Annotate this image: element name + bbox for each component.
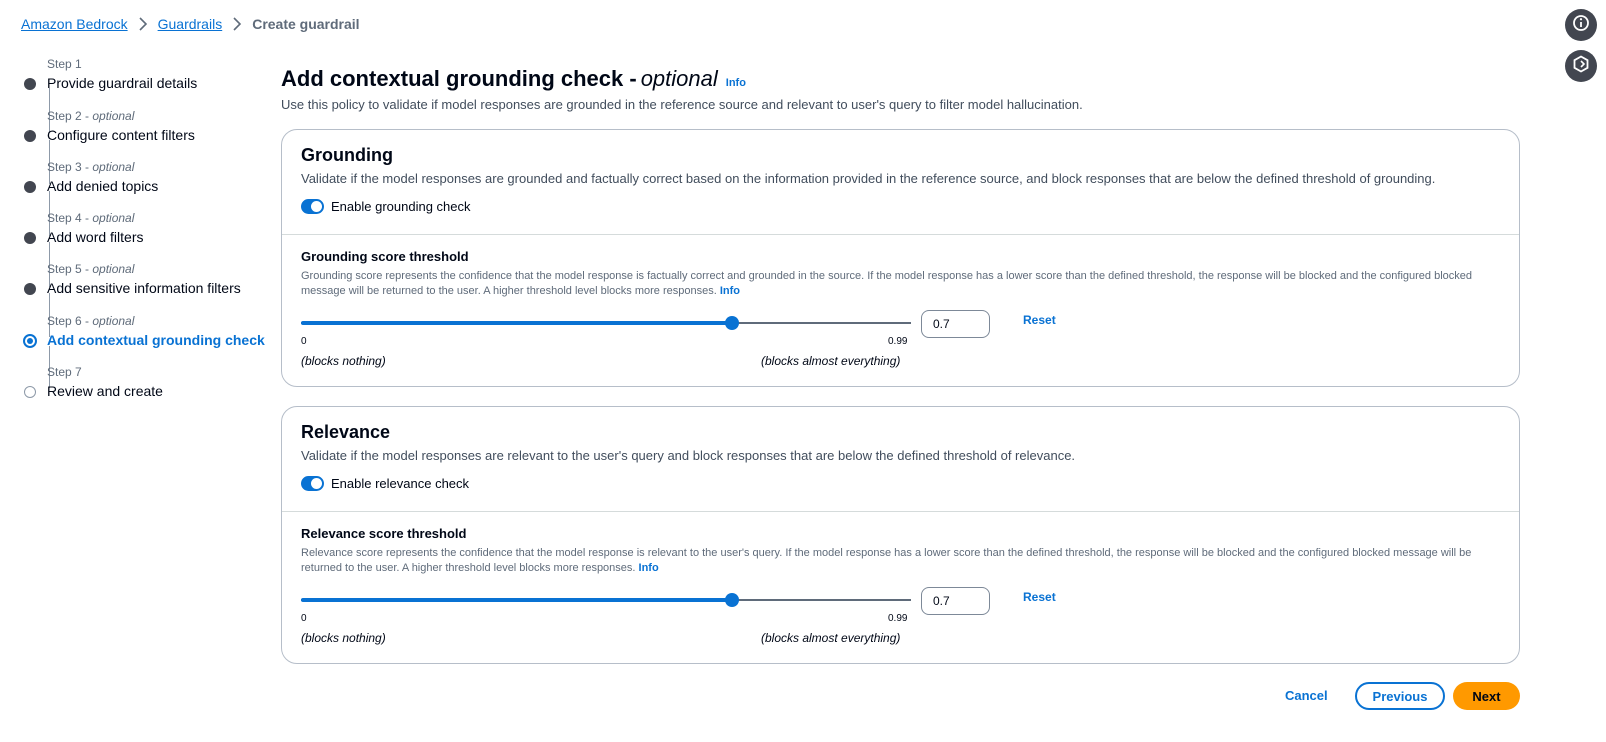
breadcrumb-link-bedrock[interactable]: Amazon Bedrock xyxy=(21,16,128,32)
grounding-info-link[interactable]: Info xyxy=(720,285,740,297)
relevance-toggle-label: Enable relevance check xyxy=(331,476,470,491)
step-status-icon xyxy=(24,283,36,295)
slider-max-tick: 0.99 xyxy=(888,336,908,347)
info-icon xyxy=(1572,14,1590,37)
step-title[interactable]: Review and create xyxy=(47,383,163,399)
slider-thumb[interactable] xyxy=(725,316,740,330)
step-status-icon xyxy=(24,232,36,244)
step-number: Step 3 - optional xyxy=(47,160,135,174)
hexagon-settings-icon xyxy=(1572,54,1590,78)
step-status-icon xyxy=(24,386,36,398)
step-title[interactable]: Add denied topics xyxy=(47,178,158,194)
step-number: Step 4 - optional xyxy=(47,211,135,225)
breadcrumb: Amazon Bedrock Guardrails Create guardra… xyxy=(21,16,360,32)
grounding-header: Grounding Validate if the model response… xyxy=(282,130,1519,235)
step-title[interactable]: Configure content filters xyxy=(47,127,195,143)
step-title[interactable]: Add contextual grounding check xyxy=(47,332,265,348)
step-number: Step 7 xyxy=(47,365,82,379)
relevance-toggle-row: Enable relevance check xyxy=(301,476,469,491)
step-title[interactable]: Add word filters xyxy=(47,229,143,245)
relevance-slider[interactable] xyxy=(301,593,911,607)
info-panel-button[interactable] xyxy=(1565,9,1597,41)
page-title: Add contextual grounding check - optiona… xyxy=(281,66,746,92)
page-description: Use this policy to validate if model res… xyxy=(281,97,1083,112)
page-title-text: Add contextual grounding check - xyxy=(281,66,637,91)
page-title-optional: optional xyxy=(640,66,718,91)
grounding-slider[interactable] xyxy=(301,316,911,330)
slider-max-label: (blocks almost everything) xyxy=(761,631,901,645)
step-status-icon xyxy=(24,181,36,193)
grounding-threshold-title: Grounding score threshold xyxy=(301,249,469,264)
relevance-threshold-text: Relevance score represents the confidenc… xyxy=(301,547,1472,574)
grounding-threshold-input[interactable] xyxy=(921,310,990,338)
relevance-toggle[interactable] xyxy=(301,476,324,491)
slider-max-tick: 0.99 xyxy=(888,613,908,624)
breadcrumb-link-guardrails[interactable]: Guardrails xyxy=(158,16,223,32)
slider-min-label: (blocks nothing) xyxy=(301,631,386,645)
grounding-threshold-text: Grounding score represents the confidenc… xyxy=(301,270,1472,297)
chevron-right-icon xyxy=(232,17,242,31)
slider-min-tick: 0 xyxy=(301,336,307,347)
slider-thumb[interactable] xyxy=(725,593,740,607)
step-number: Step 5 - optional xyxy=(47,262,135,276)
relevance-container: Relevance Validate if the model response… xyxy=(281,406,1520,664)
grounding-toggle[interactable] xyxy=(301,199,324,214)
grounding-toggle-row: Enable grounding check xyxy=(301,199,471,214)
previous-button[interactable]: Previous xyxy=(1355,682,1445,710)
relevance-title: Relevance xyxy=(301,422,391,442)
step-title[interactable]: Provide guardrail details xyxy=(47,75,197,91)
grounding-description: Validate if the model responses are grou… xyxy=(301,171,1436,186)
grounding-container: Grounding Validate if the model response… xyxy=(281,129,1520,387)
step-status-icon xyxy=(23,334,37,348)
breadcrumb-current: Create guardrail xyxy=(252,16,360,32)
next-button[interactable]: Next xyxy=(1453,682,1520,710)
chevron-right-icon xyxy=(138,17,148,31)
slider-min-label: (blocks nothing) xyxy=(301,354,386,368)
relevance-threshold-title: Relevance score threshold xyxy=(301,526,467,541)
step-number: Step 1 xyxy=(47,57,82,71)
relevance-reset-button[interactable]: Reset xyxy=(1023,590,1056,604)
slider-min-tick: 0 xyxy=(301,613,307,624)
grounding-toggle-label: Enable grounding check xyxy=(331,199,471,214)
relevance-threshold-input[interactable] xyxy=(921,587,990,615)
relevance-description: Validate if the model responses are rele… xyxy=(301,448,1076,463)
grounding-title: Grounding xyxy=(301,145,393,165)
step-number: Step 6 - optional xyxy=(47,314,135,328)
step-title[interactable]: Add sensitive information filters xyxy=(47,280,241,296)
relevance-header: Relevance Validate if the model response… xyxy=(282,407,1519,512)
slider-fill xyxy=(301,598,733,602)
step-status-icon xyxy=(24,130,36,142)
slider-fill xyxy=(301,321,733,325)
relevance-info-link[interactable]: Info xyxy=(639,562,659,574)
grounding-reset-button[interactable]: Reset xyxy=(1023,313,1056,327)
slider-max-label: (blocks almost everything) xyxy=(761,354,901,368)
grounding-threshold-description: Grounding score represents the confidenc… xyxy=(301,269,1491,299)
step-status-icon xyxy=(24,78,36,90)
step-number: Step 2 - optional xyxy=(47,109,135,123)
info-link[interactable]: Info xyxy=(726,77,746,89)
relevance-threshold-description: Relevance score represents the confidenc… xyxy=(301,546,1491,576)
settings-panel-button[interactable] xyxy=(1565,50,1597,82)
cancel-button[interactable]: Cancel xyxy=(1285,688,1328,703)
